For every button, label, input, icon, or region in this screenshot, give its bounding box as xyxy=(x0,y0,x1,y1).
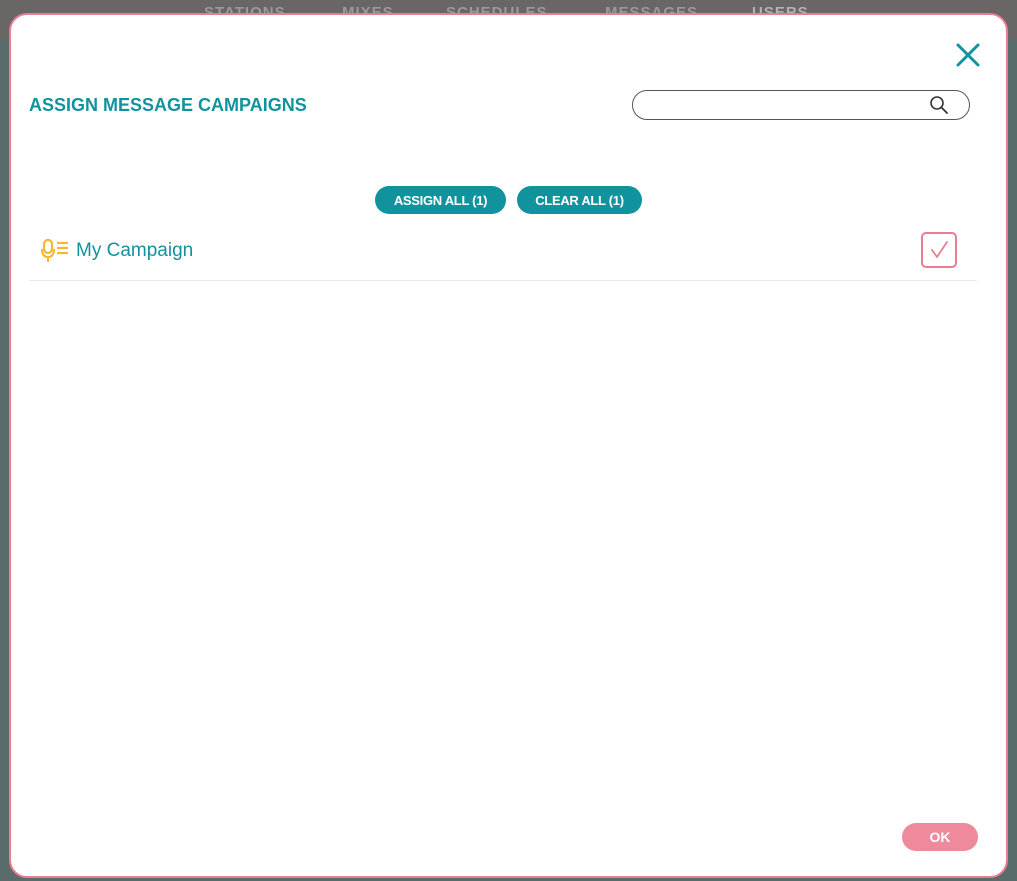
assign-all-button[interactable]: ASSIGN ALL (1) xyxy=(375,186,506,214)
campaign-row[interactable]: My Campaign xyxy=(29,227,977,281)
checkmark-icon xyxy=(931,241,948,258)
assign-campaigns-dialog: ASSIGN MESSAGE CAMPAIGNS ASSIGN ALL (1) … xyxy=(9,13,1008,878)
clear-all-button[interactable]: CLEAR ALL (1) xyxy=(517,186,642,214)
campaign-name: My Campaign xyxy=(76,240,194,261)
search-box[interactable] xyxy=(632,90,970,120)
ok-button[interactable]: OK xyxy=(902,823,978,851)
close-button[interactable] xyxy=(954,41,982,69)
campaign-checkbox[interactable] xyxy=(921,232,957,268)
search-icon[interactable] xyxy=(929,95,949,115)
dialog-title: ASSIGN MESSAGE CAMPAIGNS xyxy=(29,95,307,115)
search-input[interactable] xyxy=(645,95,925,115)
microphone-list-icon xyxy=(41,238,68,262)
close-icon[interactable] xyxy=(954,41,982,69)
